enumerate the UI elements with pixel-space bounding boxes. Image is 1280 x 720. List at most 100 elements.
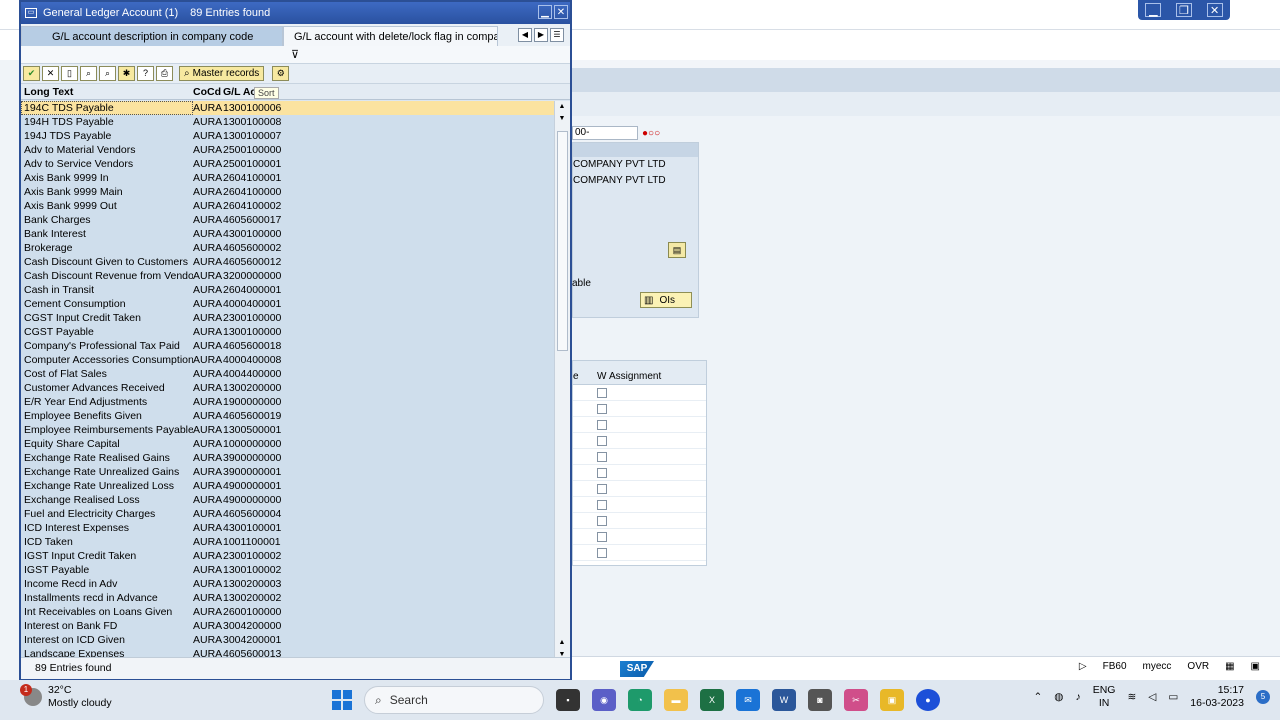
filter-icon[interactable]: ⊽: [291, 48, 299, 61]
sap-gui-icon[interactable]: ▣: [880, 689, 904, 711]
scroll-top-icon[interactable]: ▲: [555, 101, 569, 113]
list-item[interactable]: Axis Bank 9999 Main AURA 2604100000: [21, 185, 556, 199]
maximize-icon[interactable]: ❐: [1175, 3, 1192, 17]
tab-description-in-company-code[interactable]: G/L account description in company code: [21, 26, 283, 46]
windows-start-icon[interactable]: [332, 690, 352, 710]
cancel-icon[interactable]: ✕: [42, 66, 59, 81]
close-icon[interactable]: ✕: [1206, 3, 1223, 17]
network-icon[interactable]: ◍: [1054, 691, 1063, 703]
row-checkbox[interactable]: [597, 499, 607, 510]
vertical-scrollbar[interactable]: ▲ ▼ ▲ ▼: [554, 101, 570, 661]
scroll-up-icon[interactable]: ▼: [555, 113, 569, 125]
list-item[interactable]: Brokerage AURA 4605600002: [21, 241, 556, 255]
close-icon[interactable]: ✕: [554, 5, 568, 19]
list-item[interactable]: CGST Payable AURA 1300100000: [21, 325, 556, 339]
help-icon[interactable]: ?: [137, 66, 154, 81]
row-checkbox[interactable]: [597, 387, 607, 398]
list-item[interactable]: Exchange Rate Unrealized Loss AURA 4900000…: [21, 479, 556, 493]
tab-prev-icon[interactable]: ◀: [518, 28, 532, 42]
list-item[interactable]: Bank Interest AURA 4300100000: [21, 227, 556, 241]
bg-input-field[interactable]: 00-: [572, 126, 638, 140]
notification-badge[interactable]: 5: [1256, 690, 1270, 704]
list-item[interactable]: E/R Year End Adjustments AURA 1900000000: [21, 395, 556, 409]
list-item[interactable]: ICD Taken AURA 1001100001: [21, 535, 556, 549]
row-checkbox[interactable]: [597, 531, 607, 542]
list-item[interactable]: Company's Professional Tax Paid AURA 46056…: [21, 339, 556, 353]
chevron-up-icon[interactable]: ⌃: [1033, 691, 1042, 703]
tab-list-icon[interactable]: ☰: [550, 28, 564, 42]
tcode-label[interactable]: FB60: [1103, 661, 1127, 672]
print-icon[interactable]: ⎙: [156, 66, 173, 81]
tab-delete-lock-flag[interactable]: G/L account with delete/lock flag in com…: [283, 26, 498, 46]
excel-icon[interactable]: X: [700, 689, 724, 711]
details-icon[interactable]: ▤: [668, 242, 686, 258]
list-item[interactable]: Installments recd in Advance AURA 13002000…: [21, 591, 556, 605]
list-item[interactable]: Cash in Transit AURA 2604000001: [21, 283, 556, 297]
taskbar-search[interactable]: ⌕ Search: [364, 686, 544, 714]
continue-icon[interactable]: ✔: [23, 66, 40, 81]
lock-icon[interactable]: ▣: [1251, 661, 1260, 672]
list-item[interactable]: Bank Charges AURA 4605600017: [21, 213, 556, 227]
list-item[interactable]: Exchange Rate Unrealized Gains AURA 390000…: [21, 465, 556, 479]
clock[interactable]: 15:17 16-03-2023: [1190, 684, 1244, 710]
list-item[interactable]: Exchange Rate Realised Gains AURA 39000000…: [21, 451, 556, 465]
col-long-text[interactable]: Long Text: [21, 84, 193, 99]
wifi-icon[interactable]: ≋: [1127, 691, 1136, 703]
teams-icon[interactable]: ◉: [592, 689, 616, 711]
zoom-icon[interactable]: ●: [916, 689, 940, 711]
list-item[interactable]: IGST Input Credit Taken AURA 2300100002: [21, 549, 556, 563]
language-indicator[interactable]: ENG IN: [1093, 684, 1116, 710]
list-item[interactable]: Int Receivables on Loans Given AURA 260010…: [21, 605, 556, 619]
new-document-icon[interactable]: ▯: [61, 66, 78, 81]
file-explorer-dark-icon[interactable]: ▪: [556, 689, 580, 711]
tab-next-icon[interactable]: ▶: [534, 28, 548, 42]
list-item[interactable]: Customer Advances Received AURA 1300200000: [21, 381, 556, 395]
list-item[interactable]: Income Recd in Adv AURA 1300200003: [21, 577, 556, 591]
microphone-icon[interactable]: ♪: [1075, 691, 1080, 703]
list-item[interactable]: Fuel and Electricity Charges AURA 46056000…: [21, 507, 556, 521]
list-item[interactable]: CGST Input Credit Taken AURA 2300100000: [21, 311, 556, 325]
list-item[interactable]: 194J TDS Payable AURA 1300100007: [21, 129, 556, 143]
list-item[interactable]: Cement Consumption AURA 4000400001: [21, 297, 556, 311]
list-item[interactable]: Cash Discount Revenue from Vendors AURA 32…: [21, 269, 556, 283]
list-item[interactable]: 194C TDS Payable AURA 1300100006: [21, 101, 556, 115]
list-item[interactable]: Equity Share Capital AURA 1000000000: [21, 437, 556, 451]
list-item[interactable]: IGST Payable AURA 1300100002: [21, 563, 556, 577]
weather-widget[interactable]: 1 32°C Mostly cloudy: [20, 684, 112, 710]
snipping-tool-icon[interactable]: ✂: [844, 689, 868, 711]
word-icon[interactable]: W: [772, 689, 796, 711]
list-item[interactable]: Cash Discount Given to Customers AURA 4605…: [21, 255, 556, 269]
row-checkbox[interactable]: [597, 435, 607, 446]
minimize-icon[interactable]: ▁: [1145, 3, 1162, 17]
battery-icon[interactable]: ▭: [1168, 691, 1178, 703]
list-item[interactable]: Interest on Bank FD AURA 3004200000: [21, 619, 556, 633]
list-item[interactable]: Interest on ICD Given AURA 3004200001: [21, 633, 556, 647]
row-checkbox[interactable]: [597, 483, 607, 494]
list-item[interactable]: Employee Reimbursements Payables AURA 1300…: [21, 423, 556, 437]
star-icon[interactable]: ✱: [118, 66, 135, 81]
list-item[interactable]: Employee Benefits Given AURA 4605600019: [21, 409, 556, 423]
row-checkbox[interactable]: [597, 515, 607, 526]
list-item[interactable]: Exchange Realised Loss AURA 4900000000: [21, 493, 556, 507]
layout-icon[interactable]: ▦: [1225, 661, 1234, 672]
list-item[interactable]: Computer Accessories Consumption AURA 4000…: [21, 353, 556, 367]
list-item[interactable]: Axis Bank 9999 In AURA 2604100001: [21, 171, 556, 185]
row-checkbox[interactable]: [597, 419, 607, 430]
folder-icon[interactable]: ▬: [664, 689, 688, 711]
camera-icon[interactable]: ◙: [808, 689, 832, 711]
list-item[interactable]: ICD Interest Expenses AURA 4300100001: [21, 521, 556, 535]
ois-button[interactable]: ▥ OIs: [640, 292, 692, 308]
row-checkbox[interactable]: [597, 451, 607, 462]
status-expand-icon[interactable]: ▷: [1079, 661, 1087, 672]
settings-icon[interactable]: ⚙: [272, 66, 290, 81]
volume-icon[interactable]: ◁: [1148, 691, 1156, 703]
find-icon[interactable]: ⌕: [80, 66, 97, 81]
edge-icon[interactable]: ◔: [628, 689, 652, 711]
list-item[interactable]: Cost of Flat Sales AURA 4004400000: [21, 367, 556, 381]
row-checkbox[interactable]: [597, 547, 607, 558]
mail-icon[interactable]: ✉: [736, 689, 760, 711]
list-item[interactable]: Adv to Service Vendors AURA 2500100001: [21, 157, 556, 171]
list-item[interactable]: Adv to Material Vendors AURA 2500100000: [21, 143, 556, 157]
col-cocd[interactable]: CoCd: [193, 84, 223, 99]
scroll-thumb[interactable]: [557, 131, 568, 351]
